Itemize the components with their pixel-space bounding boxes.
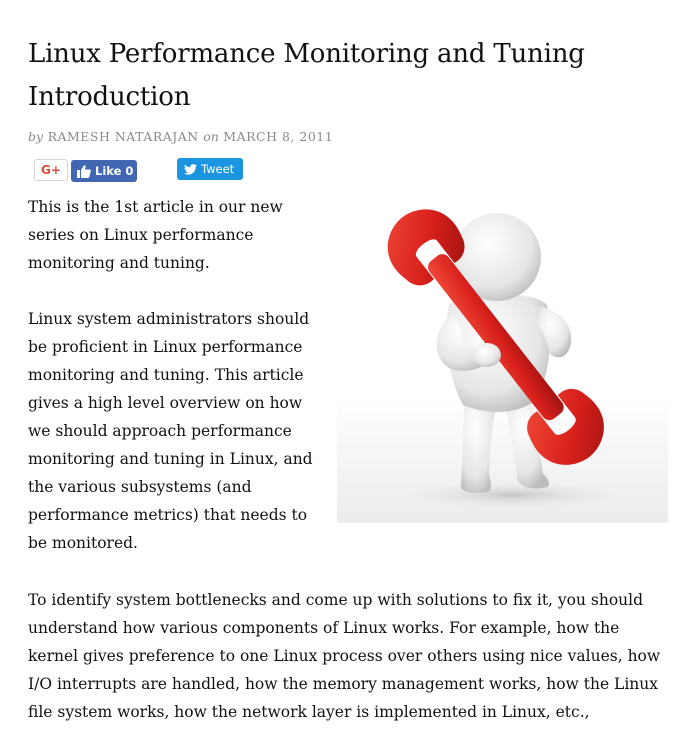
twitter-bird-icon	[184, 163, 197, 175]
article-illustration	[337, 195, 668, 523]
intro-paragraph: This is the 1st article in our new serie…	[28, 198, 283, 272]
article: Linux Performance Monitoring and Tuning …	[28, 0, 668, 721]
facebook-like-button[interactable]: Like 0	[71, 160, 137, 182]
author-name[interactable]: RAMESH NATARAJAN	[48, 129, 199, 144]
like-label: Like 0	[95, 164, 134, 178]
bottlenecks-paragraph: To identify system bottlenecks and come …	[28, 591, 661, 721]
tweet-button[interactable]: Tweet	[177, 158, 243, 180]
thumbs-up-icon	[77, 164, 91, 178]
wrench-figure-image	[387, 209, 622, 509]
post-date: MARCH 8, 2011	[223, 129, 334, 144]
google-plus-button[interactable]: G+	[34, 159, 68, 181]
byline: by RAMESH NATARAJAN on MARCH 8, 2011	[28, 129, 668, 144]
byline-on: on	[203, 129, 219, 144]
article-title: Linux Performance Monitoring and Tuning …	[28, 39, 585, 112]
byline-by: by	[28, 129, 44, 144]
tweet-label: Tweet	[201, 162, 235, 176]
overview-paragraph: Linux system administrators should be pr…	[28, 310, 313, 552]
